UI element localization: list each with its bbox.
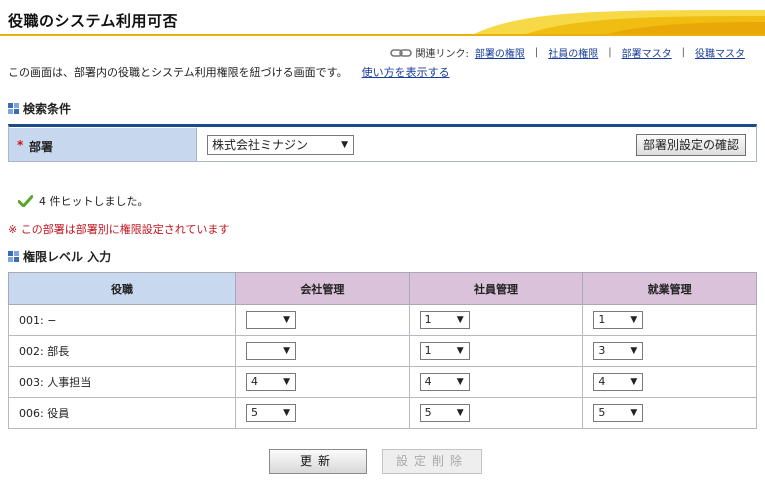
link-dept-master[interactable]: 部署マスタ: [622, 45, 672, 60]
column-header-employee: 社員管理: [408, 272, 584, 305]
checkmark-icon: [18, 195, 33, 207]
delete-settings-button: 設定削除: [382, 449, 482, 474]
work-cell: 5 ▼: [582, 397, 757, 429]
select-value: 4: [598, 375, 606, 388]
role-cell: 006: 役員: [8, 397, 236, 429]
table-row: 006: 役員 5 ▼ 5 ▼ 5 ▼: [8, 397, 757, 429]
dept-settings-confirm-button[interactable]: 部署別設定の確認: [635, 134, 746, 156]
hit-count-text: 4 件ヒットしました。: [39, 195, 149, 208]
work-cell: 4 ▼: [582, 366, 757, 398]
dropdown-arrow-icon: ▼: [630, 408, 638, 418]
dept-select[interactable]: 株式会社ミナジン ▼: [207, 135, 354, 155]
select-value: 1: [424, 313, 432, 326]
employee-cell: 5 ▼: [408, 397, 584, 429]
required-mark: *: [17, 138, 24, 152]
dropdown-arrow-icon: ▼: [283, 315, 290, 325]
help-link[interactable]: 使い方を表示する: [362, 66, 450, 79]
employee-cell: 1 ▼: [408, 335, 584, 367]
dropdown-arrow-icon: ▼: [456, 408, 464, 418]
select-value: 4: [251, 375, 258, 388]
employee-level-select[interactable]: 4 ▼: [419, 373, 470, 391]
company-level-select[interactable]: ▼: [246, 311, 296, 329]
dept-label-cell: * 部署: [9, 127, 197, 161]
role-cell: 003: 人事担当: [8, 366, 236, 398]
dropdown-arrow-icon: ▼: [630, 377, 638, 387]
select-value: 5: [251, 406, 258, 419]
dropdown-arrow-icon: ▼: [456, 346, 464, 356]
employee-cell: 4 ▼: [408, 366, 584, 398]
employee-level-select[interactable]: 1 ▼: [419, 342, 470, 360]
table-row: 001: − ▼ 1 ▼ 1 ▼: [8, 304, 757, 336]
company-cell: 4 ▼: [235, 366, 410, 398]
search-conditions-heading: 検索条件: [8, 100, 71, 117]
company-level-select[interactable]: 5 ▼: [246, 404, 296, 422]
section-grid-icon: [8, 251, 19, 262]
update-button[interactable]: 更新: [269, 449, 367, 474]
related-links-label: 関連リンク:: [415, 49, 469, 60]
link-separator: |: [681, 47, 685, 58]
company-level-select[interactable]: ▼: [246, 342, 296, 360]
link-role-master[interactable]: 役職マスタ: [695, 45, 745, 60]
hit-result: 4 件ヒットしました。: [18, 193, 149, 209]
select-value: 5: [598, 406, 606, 419]
dropdown-arrow-icon: ▼: [283, 377, 290, 387]
employee-level-select[interactable]: 1 ▼: [419, 311, 470, 329]
employee-level-select[interactable]: 5 ▼: [419, 404, 470, 422]
levels-heading-text: 権限レベル 入力: [23, 250, 112, 264]
dropdown-arrow-icon: ▼: [456, 377, 464, 387]
select-value: 1: [598, 313, 606, 326]
work-level-select[interactable]: 5 ▼: [593, 404, 644, 422]
related-links: 関連リンク: 部署の権限 | 社員の権限 | 部署マスタ | 役職マスタ: [389, 45, 745, 60]
column-header-role: 役職: [8, 272, 236, 305]
permission-level-table: 役職 会社管理 社員管理 就業管理 001: − ▼ 1 ▼ 1 ▼ 002: 部長…: [8, 272, 757, 429]
select-value: 4: [424, 375, 432, 388]
employee-cell: 1 ▼: [408, 304, 584, 336]
role-cell: 002: 部長: [8, 335, 236, 367]
title-bar: 役職のシステム利用可否: [0, 0, 765, 40]
dept-select-value: 株式会社ミナジン: [212, 138, 309, 152]
description-text: この画面は、部署内の役職とシステム利用権限を紐づける画面です。: [8, 66, 348, 79]
select-value: 3: [598, 344, 606, 357]
dept-label: 部署: [29, 140, 54, 154]
search-panel: * 部署 株式会社ミナジン ▼ 部署別設定の確認: [8, 124, 757, 162]
work-cell: 1 ▼: [582, 304, 757, 336]
table-row: 002: 部長 ▼ 1 ▼ 3 ▼: [8, 335, 757, 367]
section-grid-icon: [8, 103, 19, 114]
link-dept-permissions[interactable]: 部署の権限: [475, 45, 525, 60]
link-separator: |: [608, 47, 612, 58]
company-level-select[interactable]: 4 ▼: [246, 373, 296, 391]
company-cell: ▼: [235, 304, 410, 336]
dropdown-arrow-icon: ▼: [456, 315, 464, 325]
work-level-select[interactable]: 1 ▼: [593, 311, 644, 329]
column-header-company: 会社管理: [235, 272, 410, 305]
dropdown-arrow-icon: ▼: [283, 408, 290, 418]
work-level-select[interactable]: 4 ▼: [593, 373, 644, 391]
table-header-row: 役職 会社管理 社員管理 就業管理: [8, 272, 757, 305]
column-header-work: 就業管理: [582, 272, 757, 305]
page-description: この画面は、部署内の役職とシステム利用権限を紐づける画面です。 使い方を表示する: [8, 64, 450, 80]
company-cell: 5 ▼: [235, 397, 410, 429]
company-cell: ▼: [235, 335, 410, 367]
dropdown-arrow-icon: ▼: [630, 315, 638, 325]
work-cell: 3 ▼: [582, 335, 757, 367]
work-level-select[interactable]: 3 ▼: [593, 342, 644, 360]
search-heading-text: 検索条件: [23, 102, 72, 116]
link-separator: |: [534, 47, 539, 58]
chain-link-icon: [389, 48, 412, 57]
dropdown-arrow-icon: ▼: [283, 346, 290, 356]
permission-levels-heading: 権限レベル 入力: [8, 248, 111, 265]
link-employee-permissions[interactable]: 社員の権限: [548, 45, 598, 60]
role-cell: 001: −: [8, 304, 236, 336]
dropdown-arrow-icon: ▼: [630, 346, 638, 356]
dept-permission-notice: ※ この部署は部署別に権限設定されています: [8, 223, 230, 236]
page-title: 役職のシステム利用可否: [8, 12, 179, 30]
table-row: 003: 人事担当 4 ▼ 4 ▼ 4 ▼: [8, 366, 757, 398]
dropdown-arrow-icon: ▼: [341, 140, 348, 150]
select-value: 5: [424, 406, 432, 419]
select-value: 1: [424, 344, 432, 357]
